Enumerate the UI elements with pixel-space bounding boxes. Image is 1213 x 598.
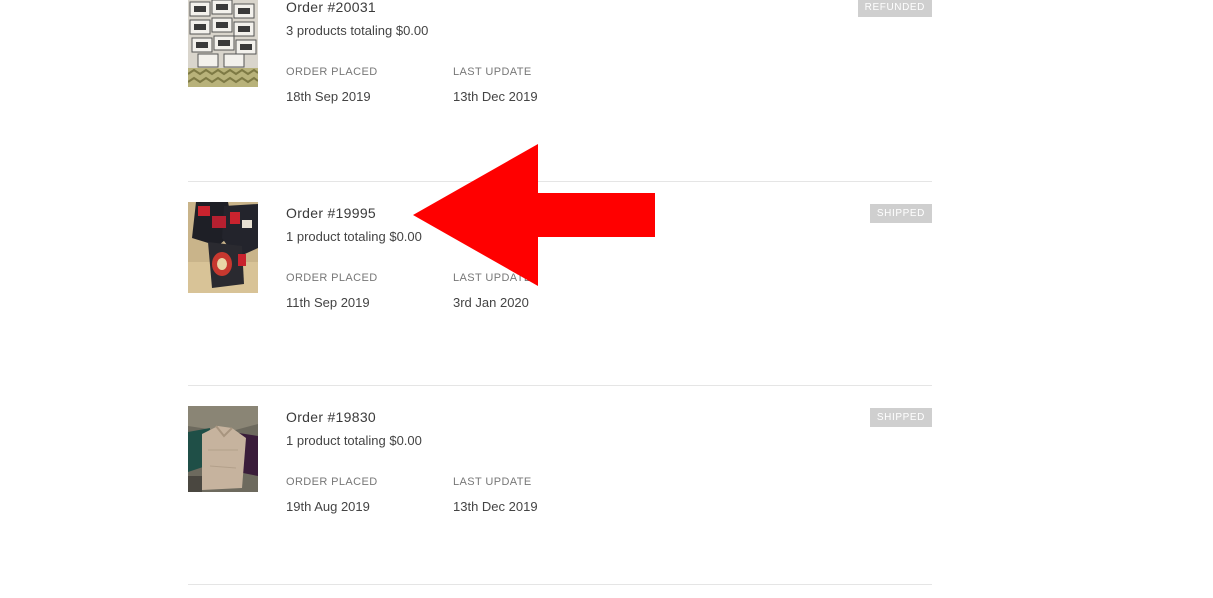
order-number-link[interactable]: Order #20031 xyxy=(286,0,376,15)
product-image-garments xyxy=(188,202,258,293)
last-update-date: 13th Dec 2019 xyxy=(453,499,538,514)
last-update-date: 13th Dec 2019 xyxy=(453,89,538,104)
order-placed-date: 11th Sep 2019 xyxy=(286,295,370,310)
order-placed-label: ORDER PLACED xyxy=(286,272,378,284)
order-number-link[interactable]: Order #19995 xyxy=(286,205,376,221)
order-thumbnail[interactable] xyxy=(188,406,258,492)
order-summary: 1 product totaling $0.00 xyxy=(286,229,422,244)
status-badge: REFUNDED xyxy=(857,0,932,17)
order-placed-date: 19th Aug 2019 xyxy=(286,499,370,514)
order-summary: 1 product totaling $0.00 xyxy=(286,433,422,448)
red-arrow-left-icon xyxy=(413,144,655,286)
order-divider xyxy=(188,385,932,386)
order-placed-label: ORDER PLACED xyxy=(286,476,378,488)
order-summary: 3 products totaling $0.00 xyxy=(286,23,429,38)
order-number-link[interactable]: Order #19830 xyxy=(286,409,376,425)
order-thumbnail[interactable] xyxy=(188,0,258,87)
last-update-label: LAST UPDATE xyxy=(453,476,532,488)
last-update-label: LAST UPDATE xyxy=(453,66,532,78)
status-badge: SHIPPED xyxy=(869,204,932,223)
product-image-boxes xyxy=(188,0,258,87)
order-placed-label: ORDER PLACED xyxy=(286,66,378,78)
order-divider xyxy=(188,584,932,585)
last-update-date: 3rd Jan 2020 xyxy=(453,295,529,310)
order-placed-date: 18th Sep 2019 xyxy=(286,89,371,104)
status-badge: SHIPPED xyxy=(869,408,932,427)
order-thumbnail[interactable] xyxy=(188,202,258,293)
order-history-list: Order #20031 3 products totaling $0.00 O… xyxy=(188,0,932,598)
product-image-clothing xyxy=(188,406,258,492)
